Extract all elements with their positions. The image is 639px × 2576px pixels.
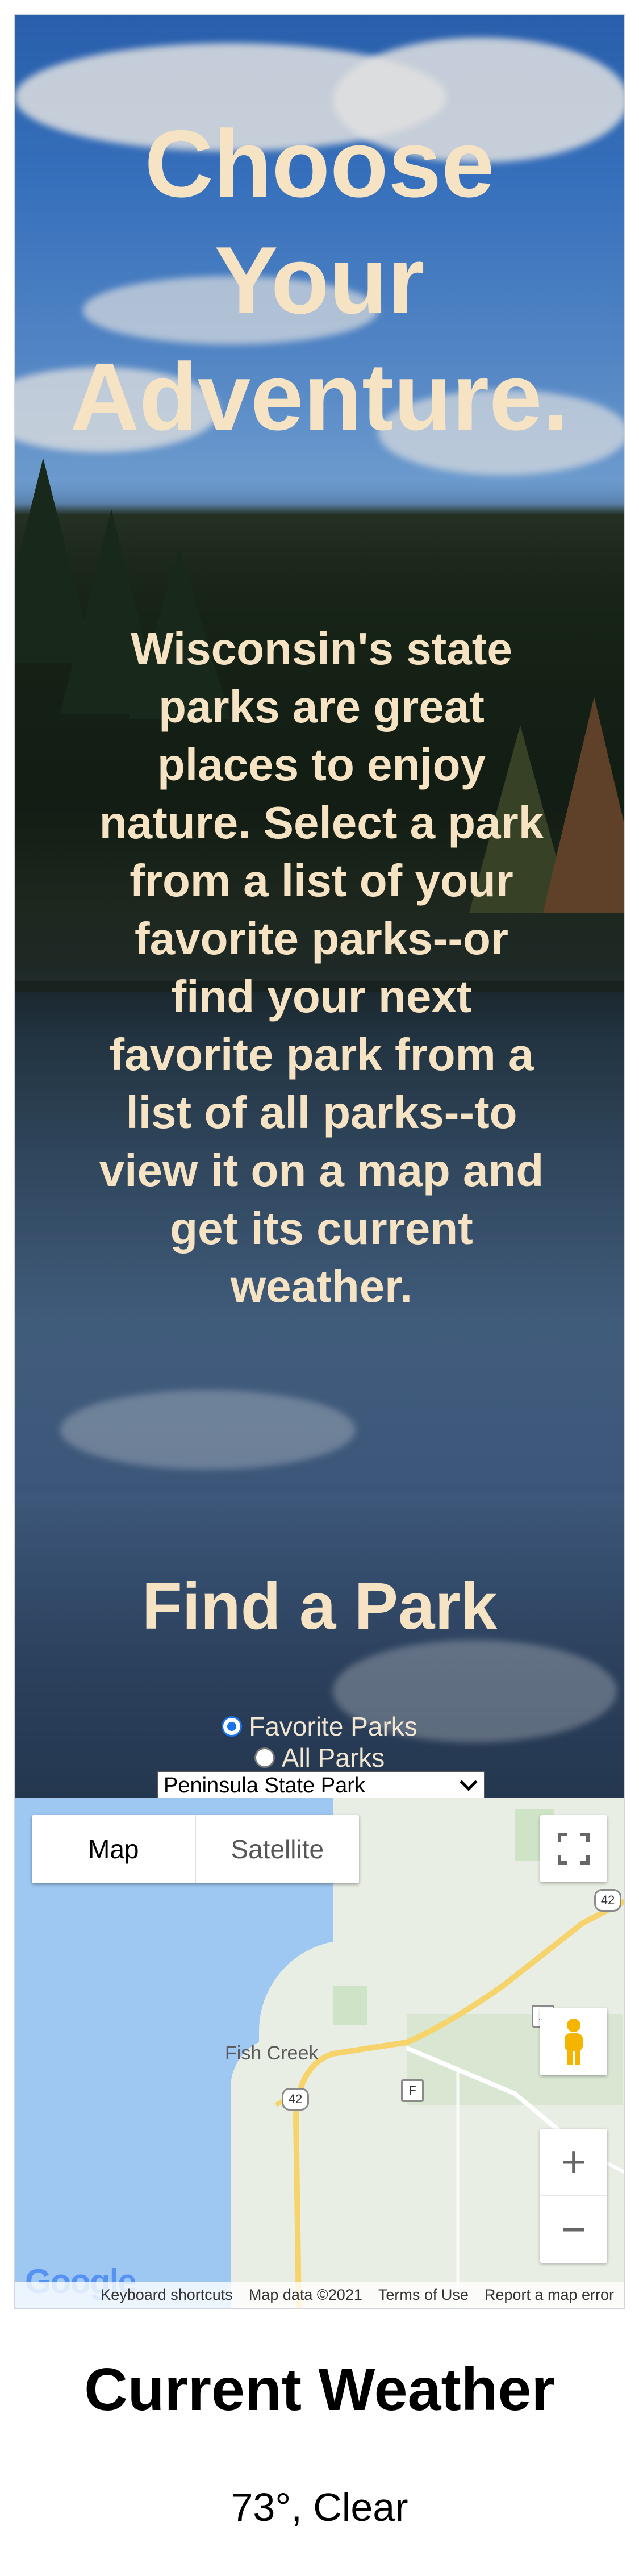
zoom-in-button[interactable]: +: [540, 2129, 607, 2196]
weather-value: 73°, Clear: [231, 2485, 408, 2529]
fullscreen-button[interactable]: [540, 1815, 607, 1882]
park-select[interactable]: Peninsula State Park: [157, 1771, 485, 1798]
terms-of-use-link[interactable]: Terms of Use: [378, 2286, 469, 2304]
road-shield: 42: [282, 2088, 309, 2111]
favorite-parks-label: Favorite Parks: [249, 1712, 417, 1741]
map-data-text: Map data ©2021: [248, 2286, 362, 2303]
road-shield: F: [401, 2079, 424, 2102]
map-attribution: Keyboard shortcuts Map data ©2021 Terms …: [15, 2282, 624, 2308]
map-type-satellite-button[interactable]: Satellite: [196, 1815, 360, 1883]
page-title: Choose Your Adventure.: [70, 110, 569, 450]
favorite-parks-radio[interactable]: [222, 1716, 243, 1737]
park-map[interactable]: Fish Creek 42 42 F A Map Satellite + −: [15, 1798, 624, 2308]
report-map-error-link[interactable]: Report a map error: [485, 2286, 614, 2304]
find-park-heading: Find a Park: [141, 1569, 498, 1643]
all-parks-radio[interactable]: [254, 1747, 275, 1768]
all-parks-option[interactable]: All Parks: [15, 1742, 624, 1773]
map-type-map-button[interactable]: Map: [32, 1815, 196, 1883]
park-select-value: Peninsula State Park: [164, 1773, 365, 1797]
zoom-out-button[interactable]: −: [540, 2196, 607, 2263]
chevron-down-icon: [460, 1773, 478, 1791]
zoom-control: + −: [540, 2129, 607, 2263]
weather-heading: Current Weather: [84, 2356, 555, 2423]
map-place-label: Fish Creek: [225, 2042, 319, 2064]
map-type-control: Map Satellite: [32, 1815, 359, 1883]
fullscreen-icon: [558, 1833, 590, 1865]
pegman-icon: [565, 2019, 583, 2065]
hero-section: Choose Your Adventure. Wisconsin's state…: [15, 15, 624, 1798]
favorite-parks-option[interactable]: Favorite Parks: [15, 1711, 624, 1742]
page-frame: Choose Your Adventure. Wisconsin's state…: [14, 14, 625, 2309]
street-view-pegman[interactable]: [540, 2008, 607, 2075]
keyboard-shortcuts-link[interactable]: Keyboard shortcuts: [101, 2286, 233, 2304]
all-parks-label: All Parks: [281, 1743, 385, 1772]
road-shield: 42: [594, 1889, 621, 1912]
hero-description: Wisconsin's state parks are great places…: [99, 623, 544, 1312]
